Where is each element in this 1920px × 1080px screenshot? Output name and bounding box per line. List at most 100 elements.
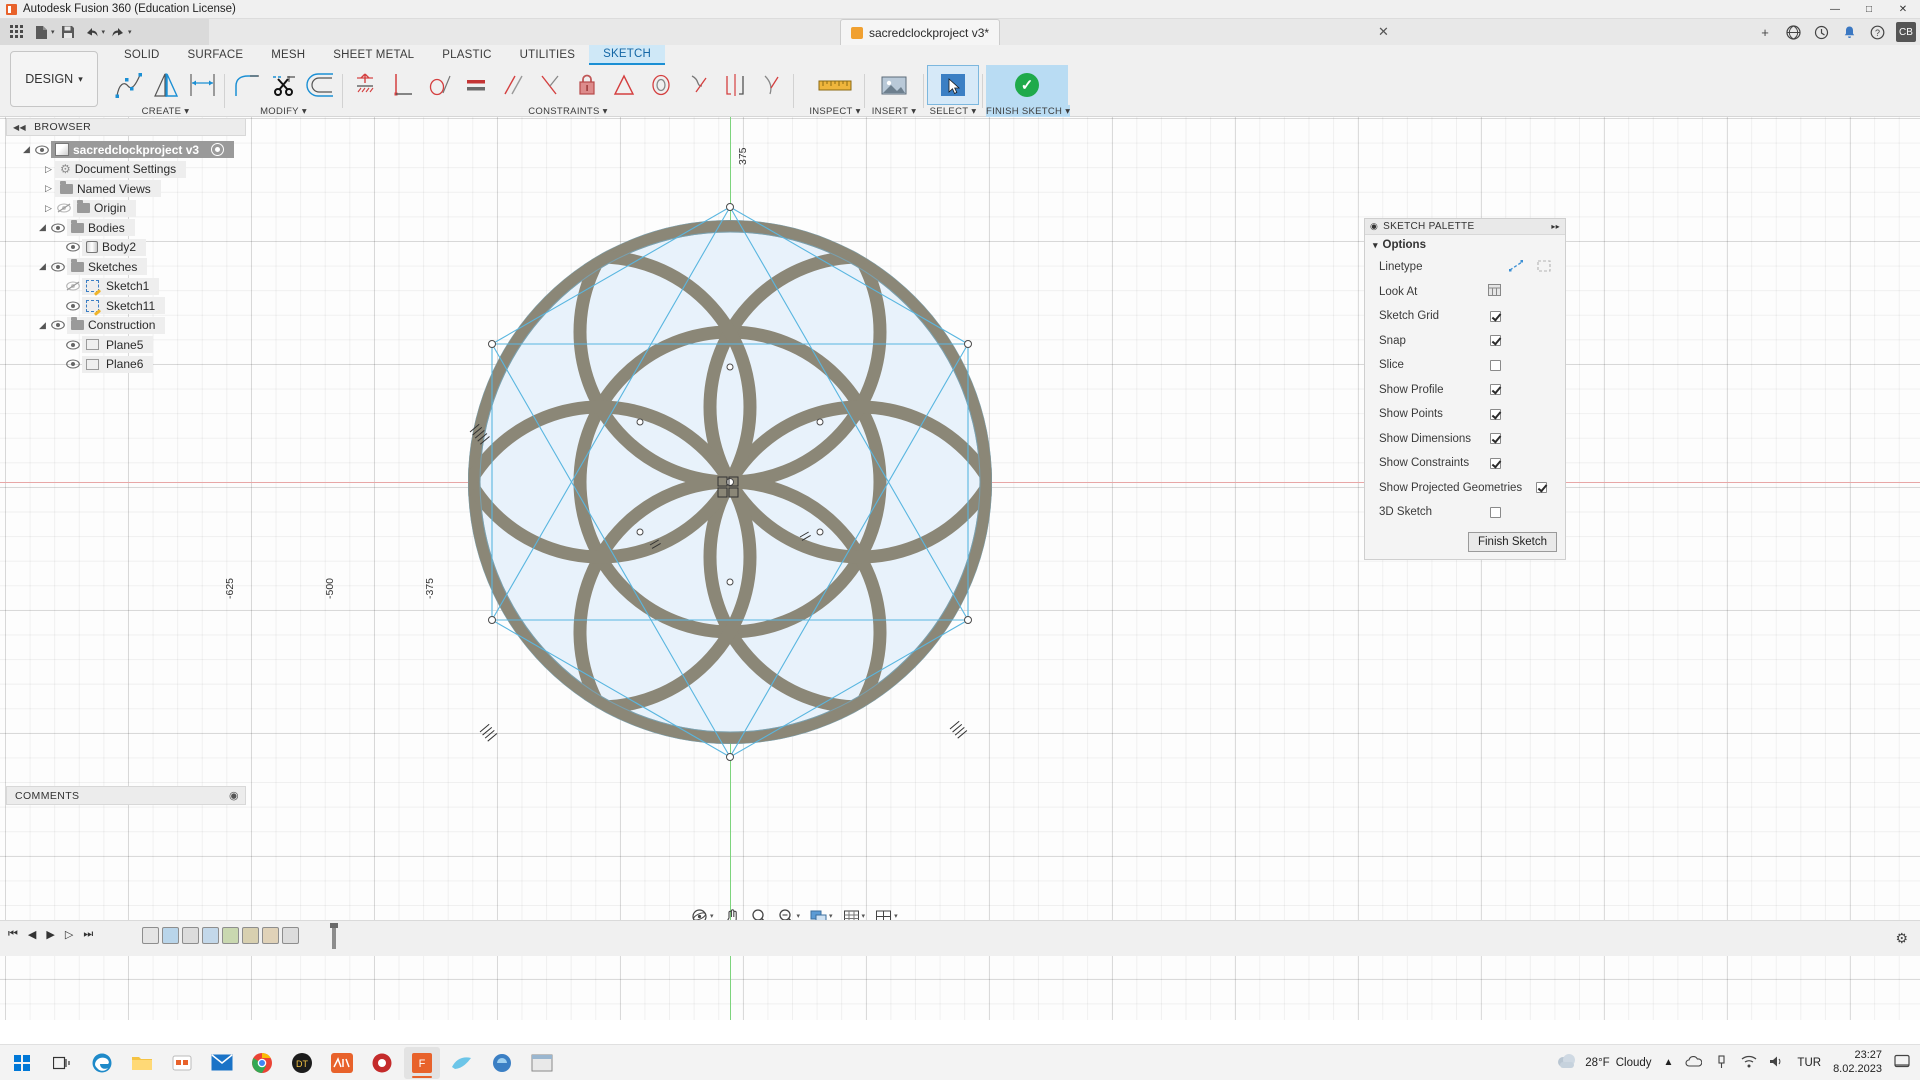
store-icon[interactable] xyxy=(164,1047,200,1079)
mail-icon[interactable] xyxy=(204,1047,240,1079)
tree-node-plane6[interactable]: Plane6 xyxy=(82,356,153,373)
dt-app-icon[interactable]: DT xyxy=(284,1047,320,1079)
chevron-down-icon[interactable]: ▾ xyxy=(862,912,866,920)
tree-node-bodies[interactable]: Bodies xyxy=(67,219,135,236)
close-button[interactable]: ✕ xyxy=(1886,0,1920,19)
job-status-icon[interactable] xyxy=(1812,23,1830,41)
weather-widget[interactable]: 28°F Cloudy xyxy=(1555,1053,1651,1072)
show-points-checkbox[interactable] xyxy=(1490,409,1501,420)
look-at-button[interactable] xyxy=(1488,284,1501,299)
chrome-icon[interactable] xyxy=(244,1047,280,1079)
redo-caret-icon[interactable]: ▾ xyxy=(128,28,132,36)
palette-expand-icon[interactable]: ▸▸ xyxy=(1551,222,1560,231)
volume-icon[interactable] xyxy=(1769,1055,1785,1071)
panel-constraints-label[interactable]: CONSTRAINTS ▾ xyxy=(346,105,790,117)
document-tab[interactable]: sacredclockproject v3* xyxy=(840,19,1000,45)
tree-row-named-views[interactable]: ▷ Named Views xyxy=(6,179,246,199)
tree-node-origin[interactable]: Origin xyxy=(73,200,136,217)
linetype-centerline-icon[interactable] xyxy=(1537,260,1551,275)
tree-node-construction[interactable]: Construction xyxy=(67,317,165,334)
snap-checkbox[interactable] xyxy=(1490,335,1501,346)
tree-row-origin[interactable]: ▷ Origin xyxy=(6,199,246,219)
grid-icon[interactable] xyxy=(6,21,28,43)
windows-start-icon[interactable] xyxy=(0,1045,44,1080)
circle-app-icon[interactable] xyxy=(364,1047,400,1079)
panel-insert-label[interactable]: INSERT ▾ xyxy=(868,105,920,117)
avatar[interactable]: CB xyxy=(1896,22,1916,42)
tree-node-root[interactable]: sacredclockproject v3 xyxy=(51,141,234,158)
timeline-play-button[interactable]: ▶ xyxy=(46,928,54,941)
edge-icon[interactable] xyxy=(84,1047,120,1079)
visibility-eye-icon[interactable] xyxy=(64,359,82,369)
visibility-eye-off-icon[interactable] xyxy=(55,203,73,213)
task-view-icon[interactable] xyxy=(44,1047,80,1079)
tab-mesh[interactable]: MESH xyxy=(257,45,319,65)
finish-sketch-label-row[interactable]: FINISH SKETCH ▾ xyxy=(986,105,1070,117)
maximize-button[interactable]: □ xyxy=(1852,0,1886,19)
blue-app-icon[interactable] xyxy=(484,1047,520,1079)
curvature-constraint-icon[interactable] xyxy=(716,65,753,105)
tree-row-plane5[interactable]: Plane5 xyxy=(6,335,246,355)
smooth-constraint-icon[interactable] xyxy=(753,65,790,105)
expander-icon[interactable]: ▷ xyxy=(42,203,55,214)
timeline-feature-mirror[interactable] xyxy=(242,927,259,944)
network-icon[interactable] xyxy=(1741,1055,1757,1071)
timeline-feature-plane[interactable] xyxy=(182,927,199,944)
equal-constraint-icon[interactable] xyxy=(457,65,494,105)
show-projected-geometries-checkbox[interactable] xyxy=(1536,482,1547,493)
tab-utilities[interactable]: UTILITIES xyxy=(506,45,589,65)
collapse-panel-icon[interactable]: ◀◀ xyxy=(13,123,26,132)
chevron-down-icon[interactable]: ▾ xyxy=(710,912,714,920)
sketch-dimension-icon[interactable] xyxy=(184,65,221,105)
tree-node-sketches[interactable]: Sketches xyxy=(67,258,147,275)
new-document-icon[interactable] xyxy=(30,21,52,43)
fix-unfix-lock-icon[interactable] xyxy=(568,65,605,105)
timeline-marker[interactable] xyxy=(330,923,338,949)
visibility-eye-icon[interactable] xyxy=(49,320,67,330)
tree-node-sketch11[interactable]: Sketch11 xyxy=(82,297,165,314)
expander-icon[interactable]: ◢ xyxy=(20,144,33,155)
undo-icon[interactable] xyxy=(81,21,103,43)
tree-row-plane6[interactable]: Plane6 xyxy=(6,355,246,375)
visibility-eye-icon[interactable] xyxy=(49,223,67,233)
timeline-go-start-button[interactable]: ⏮ xyxy=(8,928,18,941)
mirror-icon[interactable] xyxy=(147,65,184,105)
timeline-feature-sketch2[interactable] xyxy=(202,927,219,944)
expander-icon[interactable]: ◢ xyxy=(36,222,49,233)
insert-image-icon[interactable] xyxy=(868,65,920,105)
usb-icon[interactable] xyxy=(1714,1054,1729,1072)
bird-app-icon[interactable] xyxy=(444,1047,480,1079)
expander-icon[interactable]: ◢ xyxy=(36,320,49,331)
expander-icon[interactable]: ▷ xyxy=(42,183,55,194)
sketch-grid-checkbox[interactable] xyxy=(1490,311,1501,322)
redo-icon[interactable] xyxy=(107,21,129,43)
tree-node-named-views[interactable]: Named Views xyxy=(55,180,161,197)
sketch-canvas[interactable]: -625 -500 -375 -250 -125 375 250 xyxy=(0,117,1920,1020)
tree-row-bodies[interactable]: ◢ Bodies xyxy=(6,218,246,238)
visibility-eye-icon[interactable] xyxy=(64,301,82,311)
timeline-feature-extrude[interactable] xyxy=(162,927,179,944)
timeline-feature-last[interactable] xyxy=(282,927,299,944)
visibility-eye-icon[interactable] xyxy=(33,145,51,155)
tree-row-document-settings[interactable]: ▷ ⚙ Document Settings xyxy=(6,160,246,180)
panel-modify-label[interactable]: MODIFY ▾ xyxy=(228,105,339,117)
collinear-constraint-icon[interactable] xyxy=(642,65,679,105)
tree-row-sketch11[interactable]: Sketch11 xyxy=(6,296,246,316)
tree-node-body2[interactable]: Body2 xyxy=(82,239,146,256)
add-tab-icon[interactable]: + xyxy=(1756,23,1774,41)
workspace-selector-button[interactable]: DESIGN ▾ xyxy=(10,51,98,107)
extensions-icon[interactable] xyxy=(1784,23,1802,41)
notification-center-icon[interactable] xyxy=(1894,1054,1910,1071)
tangent-constraint-icon[interactable] xyxy=(420,65,457,105)
timeline-settings-gear-icon[interactable]: ⚙ xyxy=(1895,930,1908,947)
tab-surface[interactable]: SURFACE xyxy=(174,45,258,65)
concentric-constraint-icon[interactable] xyxy=(605,65,642,105)
offset-icon[interactable] xyxy=(302,65,339,105)
show-profile-checkbox[interactable] xyxy=(1490,384,1501,395)
palette-section-options[interactable]: ▾ Options xyxy=(1365,235,1565,255)
tree-node-plane5[interactable]: Plane5 xyxy=(82,336,153,353)
visibility-eye-icon[interactable] xyxy=(64,242,82,252)
tab-sketch[interactable]: SKETCH xyxy=(589,45,665,65)
horizontal-vertical-constraint-icon[interactable] xyxy=(346,65,383,105)
parallel-constraint-icon[interactable] xyxy=(494,65,531,105)
